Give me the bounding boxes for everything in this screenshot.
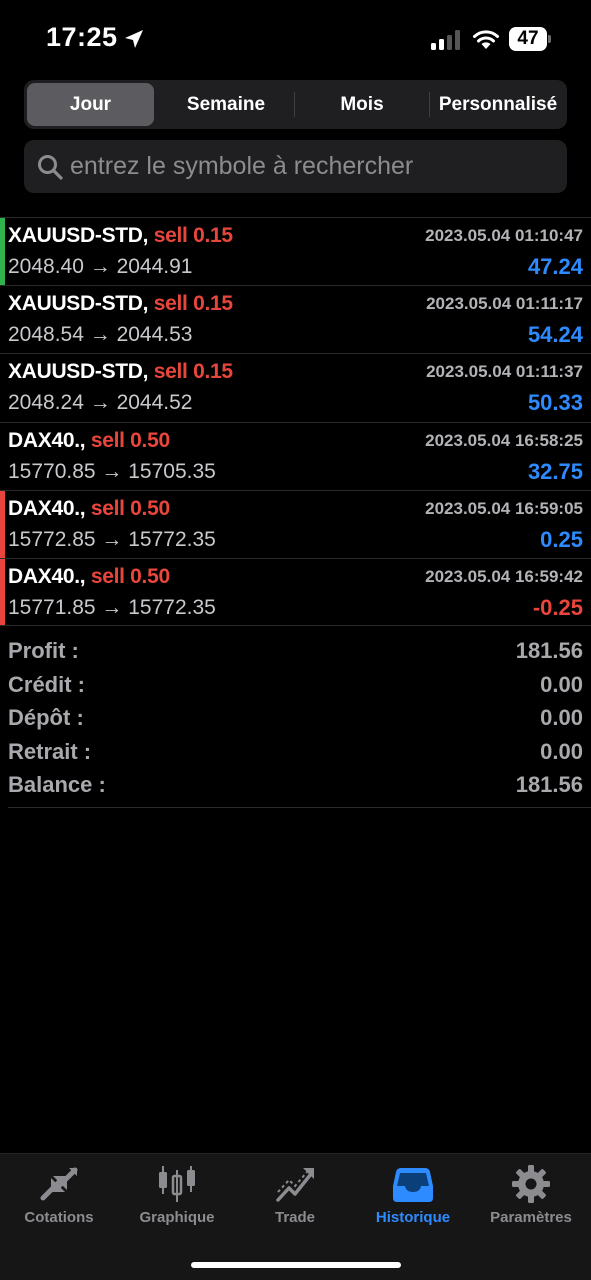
trade-accent-bar [0,354,5,421]
trade-row[interactable]: DAX40., sell 0.50 2023.05.04 16:58:25 15… [0,421,591,490]
tab-semaine[interactable]: Semaine [158,83,294,126]
trade-symbol-text: XAUUSD-STD, [8,292,149,316]
trade-symbol-text: DAX40., [8,564,86,588]
home-indicator[interactable] [191,1262,401,1268]
search-bar [24,140,567,193]
trade-symbol-text: DAX40., [8,496,86,520]
trade-symbol: DAX40., sell 0.50 [8,429,170,453]
trade-date: 2023.05.04 01:11:37 [426,362,583,382]
period-segmented-control: Jour Semaine Mois Personnalisé [24,80,567,129]
trade-date: 2023.05.04 01:10:47 [425,226,583,245]
summary-label: Dépôt : [8,705,84,730]
trade-type: sell 0.50 [90,564,170,588]
trade-prices: 2048.40 → 2044.91 [8,255,193,278]
summary-label: Profit : [8,638,79,663]
trade-prices: 2048.24 → 2044.52 [8,391,193,415]
tab-label: Trade [274,1209,316,1226]
trade-profit: 50.33 [527,390,583,416]
location-arrow-icon [125,30,143,48]
trade-accent-bar [0,558,5,626]
tab-label: Cotations [24,1209,94,1226]
summary-value: 0.00 [540,671,583,697]
status-time: 17:25 [46,22,118,52]
summary-label: Balance : [8,772,106,797]
trade-profit: -0.25 [532,594,583,620]
cellular-signal-icon [431,30,460,50]
inbox-tray-icon [393,1168,433,1202]
trade-symbol-text: XAUUSD-STD, [8,224,149,247]
tab-label: Historique [375,1209,451,1226]
summary-row-credit: Crédit : 0.00 [0,669,591,703]
battery-indicator: 47 [509,27,551,51]
trade-type: sell 0.50 [90,428,170,452]
symbol-search-input[interactable] [70,140,550,193]
trade-date: 2023.05.04 16:58:25 [425,430,583,450]
bottom-tab-bar: Cotations Graphique Trade Historique Par… [0,1153,591,1280]
summary-label: Retrait : [8,738,92,764]
trade-symbol-text: DAX40., [8,428,86,452]
trade-row[interactable]: DAX40., sell 0.50 2023.05.04 16:59:42 15… [0,557,591,627]
candlestick-chart-icon [159,1166,195,1202]
tab-mois[interactable]: Mois [295,83,429,126]
status-bar: 17:25 47 [0,0,591,80]
tab-parametres[interactable]: Paramètres [472,1154,590,1234]
trade-row[interactable]: XAUUSD-STD, sell 0.15 2023.05.04 01:11:1… [0,285,591,353]
quotes-arrows-icon [40,1167,78,1201]
battery-nub [548,35,551,43]
trade-row[interactable]: XAUUSD-STD, sell 0.15 2023.05.04 01:10:4… [0,217,591,286]
trade-symbol: XAUUSD-STD, sell 0.15 [8,224,233,248]
summary-label: Crédit : [8,671,85,697]
trade-symbol-text: XAUUSD-STD, [8,360,149,384]
trade-accent-bar [0,490,5,558]
trade-prices: 15771.85 → 15772.35 [8,595,216,619]
trade-prices: 2048.54 → 2044.53 [8,323,193,347]
tab-graphique[interactable]: Graphique [118,1154,236,1234]
trade-date: 2023.05.04 01:11:17 [426,294,583,314]
trade-prices: 15772.85 → 15772.35 [8,527,216,551]
summary-value: 0.00 [540,738,583,764]
trade-type: sell 0.15 [153,292,233,316]
trade-row[interactable]: DAX40., sell 0.50 2023.05.04 16:59:05 15… [0,489,591,558]
trade-accent-bar [0,286,5,353]
trade-type: sell 0.15 [153,360,233,384]
battery-level: 47 [509,27,547,51]
summary-value: 181.56 [515,772,583,797]
trade-history-list: XAUUSD-STD, sell 0.15 2023.05.04 01:10:4… [0,217,591,627]
summary-value: 0.00 [540,705,583,730]
tab-personnalise[interactable]: Personnalisé [430,83,566,126]
tab-label: Graphique [139,1209,215,1226]
tab-jour[interactable]: Jour [27,83,154,126]
trade-profit: 47.24 [527,254,583,279]
trade-date: 2023.05.04 16:59:42 [425,566,583,586]
trade-type: sell 0.15 [153,224,233,247]
tab-label: Paramètres [490,1209,572,1226]
trade-profit: 54.24 [527,322,583,348]
trade-profit: 0.25 [540,526,583,552]
trade-accent-bar [0,423,5,490]
trade-symbol: DAX40., sell 0.50 [8,565,170,589]
tab-trade[interactable]: Trade [236,1154,354,1234]
trade-symbol: DAX40., sell 0.50 [8,497,170,521]
summary-row-retrait: Retrait : 0.00 [0,736,591,770]
trade-type: sell 0.50 [90,496,170,520]
trade-accent-bar [0,218,5,286]
search-icon [38,155,63,180]
summary-row-profit: Profit : 181.56 [0,635,591,669]
tab-cotations[interactable]: Cotations [0,1154,118,1234]
summary-divider [8,807,591,808]
trade-symbol: XAUUSD-STD, sell 0.15 [8,292,233,316]
trade-prices: 15770.85 → 15705.35 [8,459,216,483]
summary-row-balance: Balance : 181.56 [0,769,591,803]
trade-row[interactable]: XAUUSD-STD, sell 0.15 2023.05.04 01:11:3… [0,353,591,421]
trend-line-icon [276,1168,314,1202]
summary-row-depot: Dépôt : 0.00 [0,702,591,736]
tab-historique[interactable]: Historique [354,1154,472,1234]
gear-icon [512,1165,550,1203]
trade-profit: 32.75 [527,458,583,484]
summary-value: 181.56 [515,638,583,663]
wifi-icon [473,30,499,49]
account-summary: Profit : 181.56 Crédit : 0.00 Dépôt : 0.… [0,635,591,803]
trade-symbol: XAUUSD-STD, sell 0.15 [8,360,233,384]
trade-date: 2023.05.04 16:59:05 [425,498,583,518]
